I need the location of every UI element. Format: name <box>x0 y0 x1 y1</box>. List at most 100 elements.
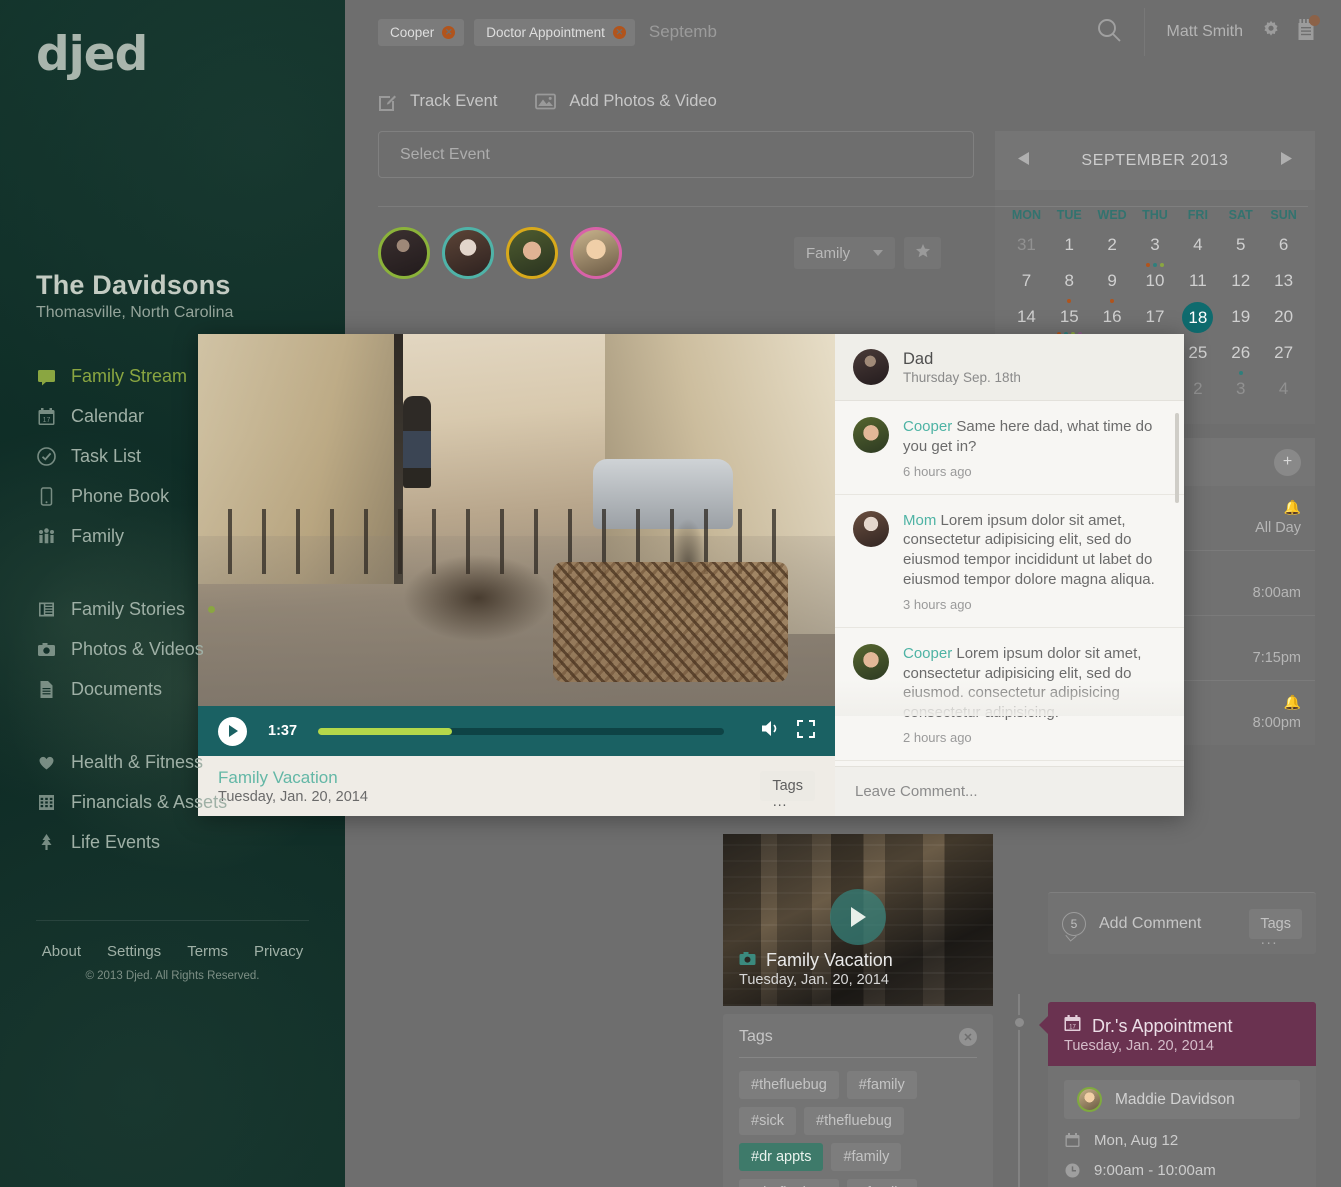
avatar[interactable] <box>506 227 558 279</box>
sidebar-item-label: Family Stories <box>71 598 186 619</box>
footer-link-about[interactable]: About <box>42 943 81 960</box>
footer-link-terms[interactable]: Terms <box>187 943 228 960</box>
tag-chip[interactable]: #family <box>846 1071 917 1099</box>
sidebar-item-label: Task List <box>71 445 142 466</box>
sidebar-item-label: Photos & Videos <box>71 638 204 659</box>
tag-chip[interactable]: #family <box>831 1143 902 1171</box>
modal-tags-button[interactable]: Tags ··· <box>760 771 815 813</box>
filter-chip-doctor-appointment[interactable]: Doctor Appointment ✕ <box>474 18 635 46</box>
calendar-day[interactable]: 13 <box>1262 270 1305 306</box>
comment-item: Dad Lorem ipsum dolor sit amet, consecte… <box>835 761 1184 766</box>
add-photos-video-button[interactable]: Add Photos & Video <box>535 92 717 111</box>
tag-chip[interactable]: #family <box>846 1179 917 1187</box>
calendar-day[interactable]: 4 <box>1262 378 1305 414</box>
calendar-day[interactable]: 31 <box>1005 234 1048 270</box>
calendar-day[interactable]: 3 <box>1219 378 1262 414</box>
appointment-detail-row: 9:00am - 10:00am <box>1064 1162 1300 1179</box>
sidebar-item-health-fitness[interactable]: Health & Fitness <box>0 742 345 782</box>
fullscreen-icon[interactable] <box>797 719 815 743</box>
sidebar-item-task-list[interactable]: Task List <box>0 436 345 476</box>
close-icon[interactable]: ✕ <box>959 1028 977 1046</box>
calendar-day[interactable]: 2 <box>1091 234 1134 270</box>
sidebar-item-family-stream[interactable]: Family Stream <box>0 356 345 396</box>
app-logo[interactable]: djed <box>36 27 345 82</box>
check-circle-icon <box>36 446 56 466</box>
clock-icon <box>1064 1163 1081 1178</box>
calendar-day[interactable]: 7 <box>1005 270 1048 306</box>
footer-link-privacy[interactable]: Privacy <box>254 943 303 960</box>
calendar-day[interactable]: 12 <box>1219 270 1262 306</box>
appointment-assignee[interactable]: Maddie Davidson <box>1064 1080 1300 1119</box>
calendar-icon: 17 <box>1064 1015 1081 1037</box>
sidebar-item-family-stories[interactable]: Family Stories <box>0 589 345 629</box>
add-comment-bar[interactable]: 5 Add Comment Tags ··· <box>1048 892 1316 954</box>
avatar[interactable] <box>378 227 430 279</box>
sidebar-item-financials-assets[interactable]: Financials & Assets <box>0 782 345 822</box>
dow-label: TUE <box>1056 208 1082 222</box>
tag-chip[interactable]: #sick <box>739 1107 797 1135</box>
track-event-button[interactable]: Track Event <box>378 92 497 111</box>
calendar-day[interactable]: 3 <box>1134 234 1177 270</box>
leave-comment-placeholder: Leave Comment... <box>855 783 978 800</box>
tag-chip[interactable]: #thefluebug <box>739 1071 839 1099</box>
leave-comment-input[interactable]: Leave Comment... <box>835 766 1184 816</box>
comments-scrollbar[interactable] <box>1175 413 1179 503</box>
document-icon <box>36 679 56 699</box>
sidebar-item-documents[interactable]: Documents <box>0 669 345 709</box>
book-icon <box>36 599 56 619</box>
tag-chip[interactable]: #thefluebug <box>804 1107 904 1135</box>
tags-button[interactable]: Tags ··· <box>1249 908 1302 951</box>
footer-link-settings[interactable]: Settings <box>107 943 161 960</box>
tags-divider <box>739 1057 977 1058</box>
star-icon <box>915 243 931 264</box>
sidebar-item-life-events[interactable]: Life Events <box>0 822 345 862</box>
calendar-day[interactable]: 4 <box>1176 234 1219 270</box>
triangle-right-icon[interactable] <box>1280 151 1293 171</box>
plus-icon[interactable]: + <box>1274 448 1301 476</box>
calendar-day[interactable]: 9 <box>1091 270 1134 306</box>
appointment-detail-row: Mon, Aug 12 <box>1064 1132 1300 1149</box>
sidebar-item-phone-book[interactable]: Phone Book <box>0 476 345 516</box>
tag-chip-selected[interactable]: #dr appts <box>739 1143 824 1171</box>
search-icon[interactable] <box>1096 17 1122 48</box>
event-dots <box>1110 299 1115 303</box>
user-name[interactable]: Matt Smith <box>1167 23 1243 41</box>
event-dot <box>1067 299 1072 303</box>
search-input[interactable] <box>648 22 949 42</box>
audience-select-value: Family <box>806 244 851 262</box>
play-icon[interactable] <box>830 889 886 945</box>
sidebar-item-photos-videos[interactable]: Photos & Videos <box>0 629 345 669</box>
calendar-day[interactable]: 19 <box>1219 306 1262 342</box>
favorite-button[interactable] <box>904 237 941 269</box>
volume-icon[interactable] <box>761 720 781 742</box>
select-event-placeholder: Select Event <box>400 145 490 163</box>
calendar-day[interactable]: 20 <box>1262 306 1305 342</box>
calendar-day[interactable]: 26 <box>1219 342 1262 378</box>
bell-icon: 🔔 <box>1283 499 1301 515</box>
dow-label: SAT <box>1228 208 1253 222</box>
select-event-input[interactable]: Select Event <box>378 131 974 178</box>
calendar-day[interactable]: 10 <box>1134 270 1177 306</box>
tag-chip[interactable]: #thefluebug <box>739 1179 839 1187</box>
event-dots <box>1067 299 1072 303</box>
triangle-left-icon[interactable] <box>1017 151 1030 171</box>
avatar[interactable] <box>570 227 622 279</box>
calendar-day[interactable]: 11 <box>1176 270 1219 306</box>
stream-video-card[interactable]: Family Vacation Tuesday, Jan. 20, 2014 <box>723 834 993 1006</box>
notes-icon[interactable] <box>1297 14 1320 46</box>
sidebar-item-calendar[interactable]: 17 Calendar <box>0 396 345 436</box>
video-progress-track[interactable] <box>318 727 724 735</box>
comment-item: Mom Lorem ipsum dolor sit amet, consecte… <box>835 495 1184 628</box>
close-icon[interactable]: ✕ <box>442 25 456 39</box>
calendar-day[interactable]: 6 <box>1262 234 1305 270</box>
calendar-day[interactable]: 27 <box>1262 342 1305 378</box>
audience-select[interactable]: Family <box>794 237 895 269</box>
close-icon[interactable]: ✕ <box>612 25 626 39</box>
calendar-day[interactable]: 5 <box>1219 234 1262 270</box>
avatar[interactable] <box>442 227 494 279</box>
filter-chip-cooper[interactable]: Cooper ✕ <box>378 18 465 46</box>
calendar-day[interactable]: 8 <box>1048 270 1091 306</box>
gear-icon[interactable] <box>1261 20 1281 45</box>
sidebar-item-family[interactable]: Family <box>0 516 345 556</box>
calendar-day[interactable]: 1 <box>1048 234 1091 270</box>
